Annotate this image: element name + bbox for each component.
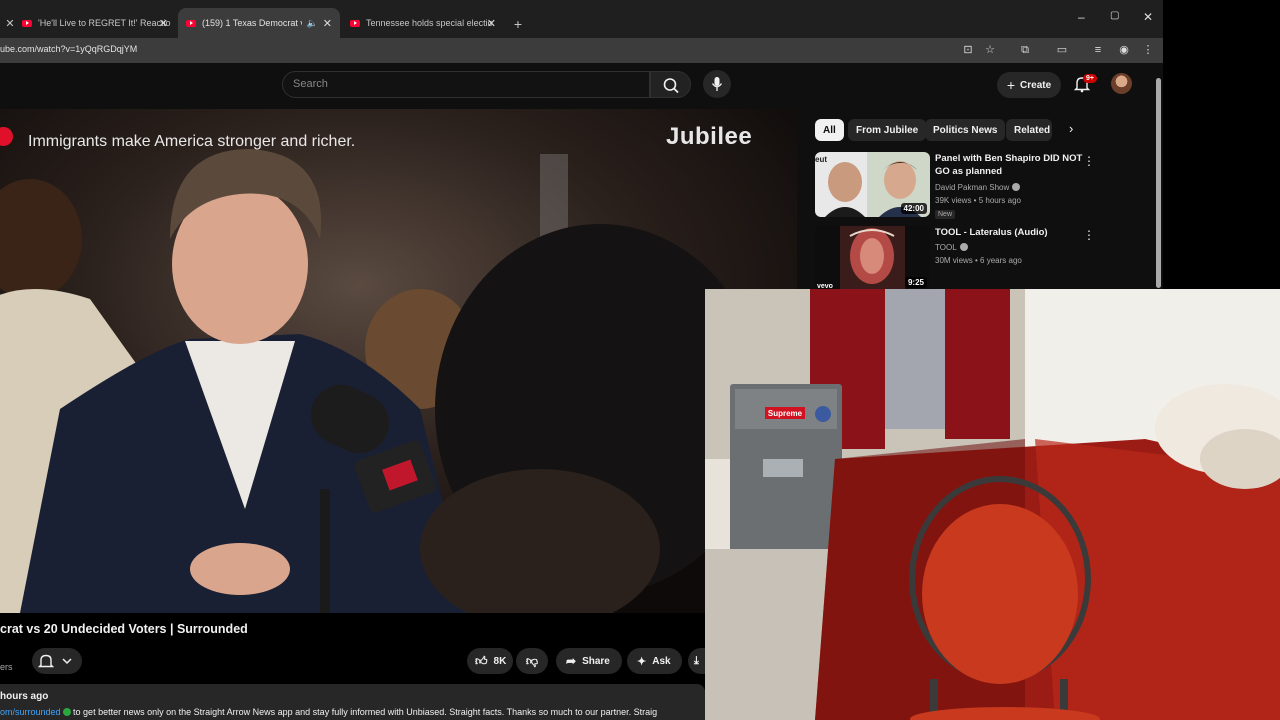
description-text: om/surrounded to get better news only on…	[0, 707, 657, 717]
youtube-favicon-icon	[186, 19, 196, 27]
browser-tab-1[interactable]: 'He'll Live to REGRET It!' Reactio ✕	[14, 8, 176, 38]
fridge-sticker: Supreme	[768, 409, 803, 418]
channel-name[interactable]: David Pakman Show	[935, 183, 1021, 192]
chip-all[interactable]: All	[815, 119, 844, 141]
download-button[interactable]: ⤓	[688, 648, 705, 674]
create-label: Create	[1020, 79, 1052, 91]
new-badge: New	[935, 210, 956, 219]
video-thumbnail[interactable]: vevo 9:25	[815, 226, 930, 291]
profile-icon[interactable]: ◉	[1117, 43, 1131, 57]
tab-label: Tennessee holds special electio	[366, 18, 493, 28]
chip-related[interactable]: Related	[1006, 119, 1052, 141]
verified-icon	[62, 708, 71, 716]
verified-badge-icon	[1012, 183, 1021, 191]
video-title: crat vs 20 Undecided Voters | Surrounded	[0, 622, 248, 636]
tab-close-icon[interactable]: ✕	[323, 17, 332, 30]
video-player[interactable]: Immigrants make America stronger and ric…	[0, 109, 797, 613]
bell-icon	[37, 654, 72, 668]
share-button[interactable]: ➦ Share	[556, 648, 622, 674]
plus-icon: +	[1006, 77, 1016, 93]
video-thumbnail[interactable]: eut 42:00	[815, 152, 930, 217]
voice-search-button[interactable]	[703, 70, 731, 98]
extensions-icon[interactable]: ⧉	[1018, 43, 1032, 57]
verified-badge-icon	[959, 243, 968, 251]
dislike-button[interactable]: 👎︎	[516, 648, 548, 674]
share-label: Share	[582, 655, 610, 667]
subscriber-count: ers	[0, 662, 13, 672]
more-options-icon[interactable]: ⋮	[1083, 228, 1095, 242]
speaker-icon[interactable]: 🔈	[307, 18, 318, 29]
new-tab-button[interactable]: +	[508, 9, 528, 39]
description-link[interactable]: om/surrounded	[0, 707, 61, 717]
ask-label: Ask	[652, 655, 671, 667]
recommendation-item[interactable]: vevo 9:25 TOOL - Lateralus (Audio) TOOL …	[815, 226, 1145, 296]
recommendation-title[interactable]: Panel with Ben Shapiro DID NOT GO as pla…	[935, 152, 1085, 178]
upload-age: hours ago	[0, 691, 49, 702]
video-meta: 30M views • 6 years ago	[935, 256, 1022, 265]
ask-button[interactable]: ✦ Ask	[627, 648, 682, 674]
browser-tab-2-active[interactable]: (159) 1 Texas Democrat vs 2 🔈 ✕	[178, 8, 340, 38]
webcam-overlay: Supreme	[705, 289, 1280, 720]
close-window-button[interactable]: ✕	[1143, 10, 1153, 24]
browser-menu-icon[interactable]: ⋮	[1141, 43, 1155, 57]
like-count: 8K	[493, 655, 507, 667]
create-button[interactable]: + Create	[997, 72, 1061, 98]
recommendation-item[interactable]: eut 42:00 Panel with Ben Shapiro DID NOT…	[815, 152, 1145, 222]
tab-close-icon[interactable]: ✕	[487, 17, 496, 30]
microphone-icon	[711, 77, 723, 91]
video-caption-overlay: Immigrants make America stronger and ric…	[28, 133, 356, 150]
browser-tab-strip: ✕ 'He'll Live to REGRET It!' Reactio ✕ (…	[0, 0, 1163, 38]
scrollbar-thumb[interactable]	[1156, 78, 1161, 288]
recommendation-title[interactable]: TOOL - Lateralus (Audio)	[935, 226, 1085, 239]
youtube-favicon-icon	[350, 19, 360, 27]
url-field[interactable]: ube.com/watch?v=1yQqRGDqjYM	[0, 44, 137, 54]
channel-name[interactable]: TOOL	[935, 243, 968, 252]
video-duration: 42:00	[900, 203, 927, 214]
description-body: to get better news only on the Straight …	[70, 707, 658, 717]
tab-label: (159) 1 Texas Democrat vs 2	[202, 18, 302, 28]
video-meta: 39K views • 5 hours ago	[935, 196, 1021, 205]
notification-badge: 9+	[1083, 74, 1097, 83]
subscription-bell-button[interactable]	[32, 648, 82, 674]
search-icon	[663, 78, 679, 94]
webcam-room-scene: Supreme	[705, 289, 1280, 720]
recommendations-sidebar: All From Jubilee Politics News Related ›…	[797, 109, 1163, 291]
description-box[interactable]: hours ago om/surrounded to get better ne…	[0, 684, 705, 720]
tab-search-icon[interactable]: ▭	[1055, 43, 1069, 57]
thumbs-up-icon: 👍︎	[475, 653, 488, 668]
bookmark-star-icon[interactable]: ☆	[983, 43, 997, 57]
page-scrollbar[interactable]	[1154, 68, 1163, 289]
install-app-icon[interactable]: ⊡	[961, 43, 975, 57]
video-frame-illustration	[0, 109, 797, 613]
browser-tab-3[interactable]: Tennessee holds special electio ✕	[342, 8, 504, 38]
minimize-button[interactable]: –	[1078, 10, 1085, 24]
search-input[interactable]: Search	[282, 71, 650, 98]
search-button[interactable]	[650, 71, 691, 98]
share-arrow-icon: ➦	[566, 654, 577, 668]
video-duration: 9:25	[904, 277, 927, 288]
download-icon: ⤓	[694, 654, 699, 667]
chip-from-jubilee[interactable]: From Jubilee	[848, 119, 927, 141]
chip-politics-news[interactable]: Politics News	[925, 119, 1006, 141]
sparkle-icon: ✦	[637, 655, 647, 668]
media-control-icon[interactable]: ≡	[1091, 43, 1105, 57]
thumbnail-text: eut	[815, 155, 827, 164]
address-bar: ube.com/watch?v=1yQqRGDqjYM ⊡ ☆ ⧉ ▭ ≡ ◉ …	[0, 38, 1163, 63]
chevron-right-icon[interactable]: ›	[1069, 121, 1073, 136]
more-options-icon[interactable]: ⋮	[1083, 154, 1095, 168]
youtube-favicon-icon	[22, 19, 32, 27]
youtube-header: Search + Create 9+	[0, 63, 1163, 109]
jubilee-watermark: Jubilee	[666, 123, 753, 150]
like-button[interactable]: 👍︎ 8K	[467, 648, 513, 674]
maximize-button[interactable]: ▢	[1110, 10, 1119, 21]
tab-label: 'He'll Live to REGRET It!' Reactio	[38, 18, 171, 28]
tab-close-icon[interactable]: ✕	[159, 17, 168, 30]
thumbs-down-icon: 👎︎	[525, 653, 539, 668]
search-placeholder: Search	[293, 78, 328, 90]
user-avatar[interactable]	[1111, 73, 1132, 94]
